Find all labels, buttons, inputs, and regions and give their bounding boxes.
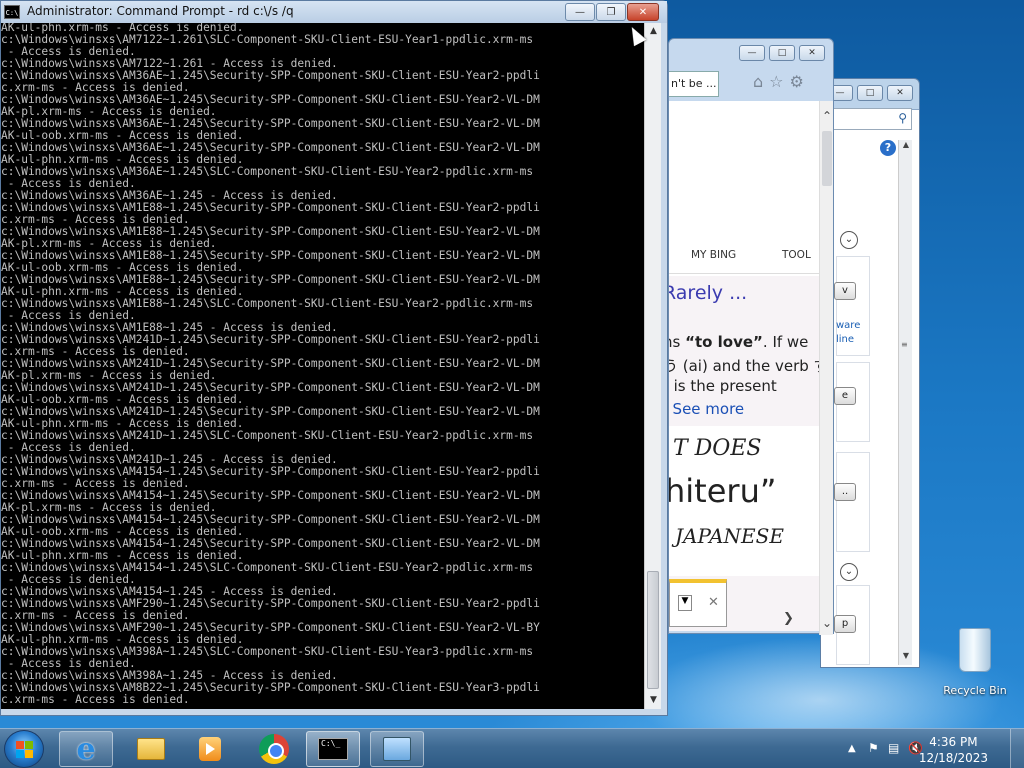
chevron-down-icon[interactable]: ⌄	[840, 231, 858, 249]
find-bar[interactable]: ▼ ✕	[669, 579, 727, 627]
search-icon[interactable]: ⚲	[898, 111, 907, 125]
scroll-up-chevron-icon[interactable]: ⌃	[822, 109, 832, 123]
scroll-down-arrow-icon[interactable]: ▼	[645, 692, 662, 709]
side-button[interactable]: ..	[834, 483, 856, 501]
cmd-window-icon[interactable]: C:\	[4, 5, 20, 19]
maximize-button[interactable]: □	[769, 45, 795, 61]
clock[interactable]: 4:36 PM 12/18/2023	[919, 734, 988, 766]
browser-toolbar-icons: ⌂ ☆ ⚙	[753, 72, 804, 91]
close-icon[interactable]: ✕	[708, 595, 719, 610]
console-output[interactable]: AK-ul-phn.xrm-ms - Access is denied. c:\…	[1, 23, 644, 709]
maximize-button[interactable]: □	[857, 85, 883, 101]
recycle-bin-icon[interactable]	[959, 628, 991, 672]
scroll-up-arrow-icon[interactable]: ▲	[899, 140, 913, 154]
search-input[interactable]: ⚲	[828, 108, 912, 130]
result-text: ns	[669, 333, 681, 351]
internet-explorer-icon: e	[76, 731, 96, 767]
windows-flag-icon	[16, 741, 34, 759]
media-player-icon	[199, 737, 221, 761]
image-text: T DOES	[673, 436, 762, 461]
bing-nav: MY BING TOOL	[669, 239, 819, 273]
side-button[interactable]: p	[834, 615, 856, 633]
close-button[interactable]: ✕	[799, 45, 825, 61]
browser-content: MY BING TOOL Rarely ... ns “to love”. If…	[669, 101, 819, 631]
browser-window-controls: — □ ✕	[739, 45, 825, 61]
taskbar-file-explorer[interactable]	[124, 731, 178, 767]
start-button[interactable]	[4, 730, 44, 768]
side-card	[836, 452, 870, 552]
help-icon[interactable]: ?	[880, 140, 896, 156]
settings-gear-icon[interactable]: ⚙	[790, 72, 804, 91]
minimize-button[interactable]: —	[739, 45, 765, 61]
side-link[interactable]: ware	[836, 320, 860, 331]
close-button[interactable]: ✕	[627, 3, 659, 21]
close-button[interactable]: ✕	[887, 85, 913, 101]
scrollbar-thumb[interactable]	[647, 571, 659, 689]
taskbar-media-player[interactable]	[183, 731, 237, 767]
taskbar: e C:\_ ▲ ⚑ ▤ 🔇 4:36 PM 12/18/2023	[0, 728, 1024, 768]
restore-button[interactable]: ❐	[596, 3, 626, 21]
recycle-bin[interactable]: Recycle Bin	[940, 628, 1010, 697]
console-scrollbar[interactable]: ▲ ▼	[644, 23, 661, 709]
system-tray: ▲ ⚑ ▤ 🔇 4:36 PM 12/18/2023	[834, 729, 1024, 768]
dropdown-arrow-icon[interactable]: ▼	[678, 595, 692, 611]
clock-date: 12/18/2023	[918, 751, 988, 765]
nav-my-bing[interactable]: MY BING	[691, 249, 736, 261]
show-desktop-button[interactable]	[1010, 729, 1024, 768]
minimize-button[interactable]: —	[565, 3, 595, 21]
scroll-up-arrow-icon[interactable]: ▲	[645, 23, 662, 40]
chrome-icon	[259, 734, 289, 764]
show-hidden-icons-chevron-icon[interactable]: ▲	[848, 743, 856, 754]
result-title-link[interactable]: Rarely ...	[669, 282, 747, 304]
window-controls: — ❐ ✕	[565, 3, 659, 21]
see-more-link[interactable]: See more	[673, 400, 745, 418]
window-title: Administrator: Command Prompt - rd c:\/s…	[27, 4, 294, 18]
result-text: . If we	[762, 333, 809, 351]
scroll-down-chevron-icon[interactable]: ⌄	[822, 616, 832, 630]
result-text-line: う (ai) and the verb す	[669, 357, 819, 375]
favorites-star-icon[interactable]: ☆	[769, 72, 783, 91]
scroll-down-arrow-icon[interactable]: ▼	[899, 651, 913, 665]
taskbar-command-prompt[interactable]: C:\_	[306, 731, 360, 767]
image-text: JAPANESE	[675, 524, 784, 548]
result-bold-text: “to love”	[685, 333, 763, 351]
clock-time: 4:36 PM	[929, 735, 978, 749]
command-prompt-icon: C:\_	[318, 738, 348, 760]
browser-window[interactable]: — □ ✕ n't be ... ⌂ ☆ ⚙ MY BING TOOL Rare…	[668, 38, 834, 635]
side-button[interactable]: e	[834, 387, 856, 405]
console-text: AK-ul-phn.xrm-ms - Access is denied. c:\…	[1, 23, 540, 706]
image-text: hiteru”	[669, 472, 777, 510]
taskbar-control-panel[interactable]	[370, 731, 424, 767]
background-window-scrollbar[interactable]: ▲ ≡ ▼	[898, 140, 912, 665]
result-text-line: ) is the present	[669, 377, 777, 395]
taskbar-chrome[interactable]	[247, 731, 301, 767]
control-panel-icon	[383, 737, 411, 761]
browser-scrollbar[interactable]: ⌃ ⌄	[819, 101, 833, 635]
home-icon[interactable]: ⌂	[753, 72, 763, 91]
scroll-right-arrow-icon[interactable]: ❯	[783, 611, 794, 626]
side-button[interactable]: v	[834, 282, 856, 300]
recycle-bin-label: Recycle Bin	[943, 684, 1007, 697]
browser-tab[interactable]: n't be ...	[669, 71, 719, 97]
scrollbar-thumb[interactable]	[822, 131, 832, 186]
result-text-line: . See more	[669, 400, 745, 418]
side-link[interactable]: line	[836, 334, 854, 345]
background-window-controls: — □ ✕	[827, 85, 913, 101]
network-icon[interactable]: ▤	[888, 741, 899, 755]
nav-tools[interactable]: TOOL	[782, 249, 811, 261]
chevron-down-icon[interactable]: ⌄	[840, 563, 858, 581]
result-image[interactable]: T DOES hiteru” JAPANESE	[669, 426, 819, 576]
command-prompt-window[interactable]: C:\ Administrator: Command Prompt - rd c…	[0, 0, 668, 716]
result-text-line: ns “to love”. If we	[669, 333, 808, 351]
folder-icon	[137, 738, 165, 760]
taskbar-internet-explorer[interactable]: e	[59, 731, 113, 767]
scroll-grip-icon: ≡	[901, 340, 908, 349]
title-bar[interactable]: C:\ Administrator: Command Prompt - rd c…	[1, 1, 667, 23]
divider	[669, 273, 819, 274]
action-center-flag-icon[interactable]: ⚑	[868, 741, 879, 755]
